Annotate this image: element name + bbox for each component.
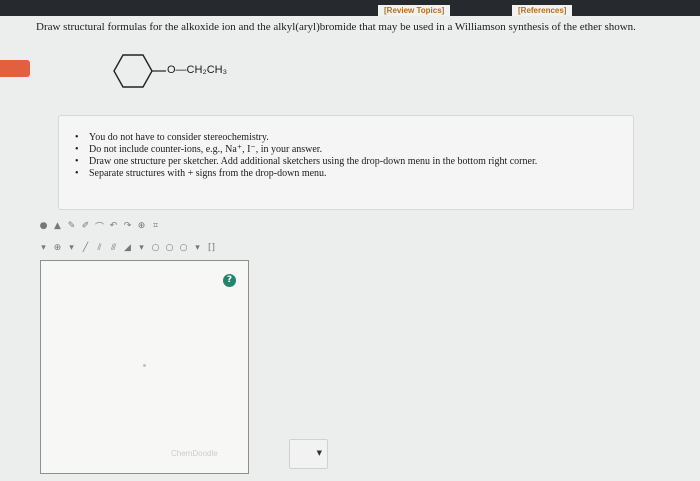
review-topics-link[interactable]: [Review Topics] — [378, 5, 451, 16]
zoom-icon[interactable]: ⊕ — [136, 221, 147, 232]
instruction-item: • Draw one structure per sketcher. Add ad… — [75, 156, 538, 167]
instruction-item: • Do not include counter-ions, e.g., Na⁺,… — [75, 144, 323, 155]
help-button[interactable]: ? — [223, 274, 236, 287]
add-sketcher-dropdown[interactable]: ▼ — [289, 439, 328, 469]
single-bond-icon[interactable]: ╱ — [80, 243, 91, 254]
open-icon[interactable]: ● — [38, 221, 49, 232]
chemdoodle-watermark: ChemDoodle — [171, 449, 218, 458]
instructions-box: • You do not have to consider stereochemi… — [58, 115, 634, 210]
dropdown-arrow-icon[interactable]: ▾ — [38, 243, 49, 254]
dropdown-arrow-icon[interactable]: ▾ — [136, 243, 147, 254]
ether-substituent-label: O—CH₂CH₃ — [167, 64, 228, 76]
lasso-icon[interactable]: ⌒ — [94, 221, 105, 233]
ring-icon[interactable]: ○ — [178, 243, 189, 254]
instruction-item: • You do not have to consider stereochemi… — [75, 132, 269, 143]
chevron-down-icon: ▼ — [316, 449, 322, 457]
sketcher-toolbar-top: ● ▲ ✎ ✐ ⌒ ↶ ↷ ⊕ ⌗ — [38, 218, 161, 234]
redo-icon[interactable]: ↷ — [122, 221, 133, 232]
template-icon[interactable]: [] — [206, 243, 217, 254]
ring-icon[interactable]: ○ — [164, 243, 175, 254]
sketcher-toolbar-bottom: ▾ ⊕ ▾ ╱ ⫽ ⫻ ◢ ▾ ○ ○ ○ ▾ [] — [38, 240, 217, 256]
eraser-icon[interactable]: ✐ — [80, 221, 91, 232]
wedge-bond-icon[interactable]: ◢ — [122, 243, 133, 254]
double-bond-icon[interactable]: ⫽ — [94, 243, 105, 254]
dropdown-arrow-icon[interactable]: ▾ — [66, 243, 77, 254]
ether-structure: O—CH₂CH₃ — [104, 49, 274, 93]
triple-bond-icon[interactable]: ⫻ — [108, 243, 119, 254]
charge-icon[interactable]: ⊕ — [52, 243, 63, 254]
instruction-item: • Separate structures with + signs from t… — [75, 168, 327, 179]
pencil-icon[interactable]: ✎ — [66, 221, 77, 232]
top-bar: [Review Topics] [References] — [0, 0, 700, 16]
ring-icon[interactable]: ○ — [150, 243, 161, 254]
side-tab[interactable] — [0, 60, 30, 77]
clean-icon[interactable]: ⌗ — [150, 221, 161, 232]
sketcher-canvas[interactable]: ? ChemDoodle — [40, 260, 249, 474]
references-link[interactable]: [References] — [512, 5, 573, 16]
save-icon[interactable]: ▲ — [52, 221, 63, 232]
canvas-dot — [143, 364, 146, 367]
undo-icon[interactable]: ↶ — [108, 221, 119, 232]
dropdown-arrow-icon[interactable]: ▾ — [192, 243, 203, 254]
question-text: Draw structural formulas for the alkoxid… — [36, 21, 636, 33]
